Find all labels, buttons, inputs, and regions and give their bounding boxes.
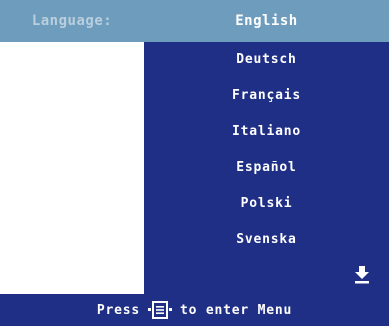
osd-menu: Language: English Deutsch Français Itali… bbox=[0, 0, 389, 326]
language-options-panel: Deutsch Français Italiano Español Polski… bbox=[144, 42, 389, 294]
language-option-italiano[interactable]: Italiano bbox=[144, 114, 389, 150]
language-option-svenska[interactable]: Svenska bbox=[144, 222, 389, 258]
left-blank-panel bbox=[0, 42, 144, 294]
language-option-francais[interactable]: Français bbox=[144, 78, 389, 114]
language-list: Deutsch Français Italiano Español Polski… bbox=[144, 42, 389, 258]
language-header[interactable]: Language: English bbox=[0, 0, 389, 42]
language-option-deutsch[interactable]: Deutsch bbox=[144, 42, 389, 78]
language-label: Language: bbox=[31, 13, 113, 29]
language-option-espanol[interactable]: Español bbox=[144, 150, 389, 186]
footer-prefix: Press bbox=[96, 302, 140, 318]
footer-hint: Press to enter Menu bbox=[0, 294, 389, 326]
language-option-polski[interactable]: Polski bbox=[144, 186, 389, 222]
current-language-value[interactable]: English bbox=[144, 0, 389, 42]
footer-suffix: to enter Menu bbox=[179, 302, 293, 318]
menu-icon bbox=[147, 301, 172, 319]
down-arrow-icon[interactable] bbox=[355, 266, 369, 284]
